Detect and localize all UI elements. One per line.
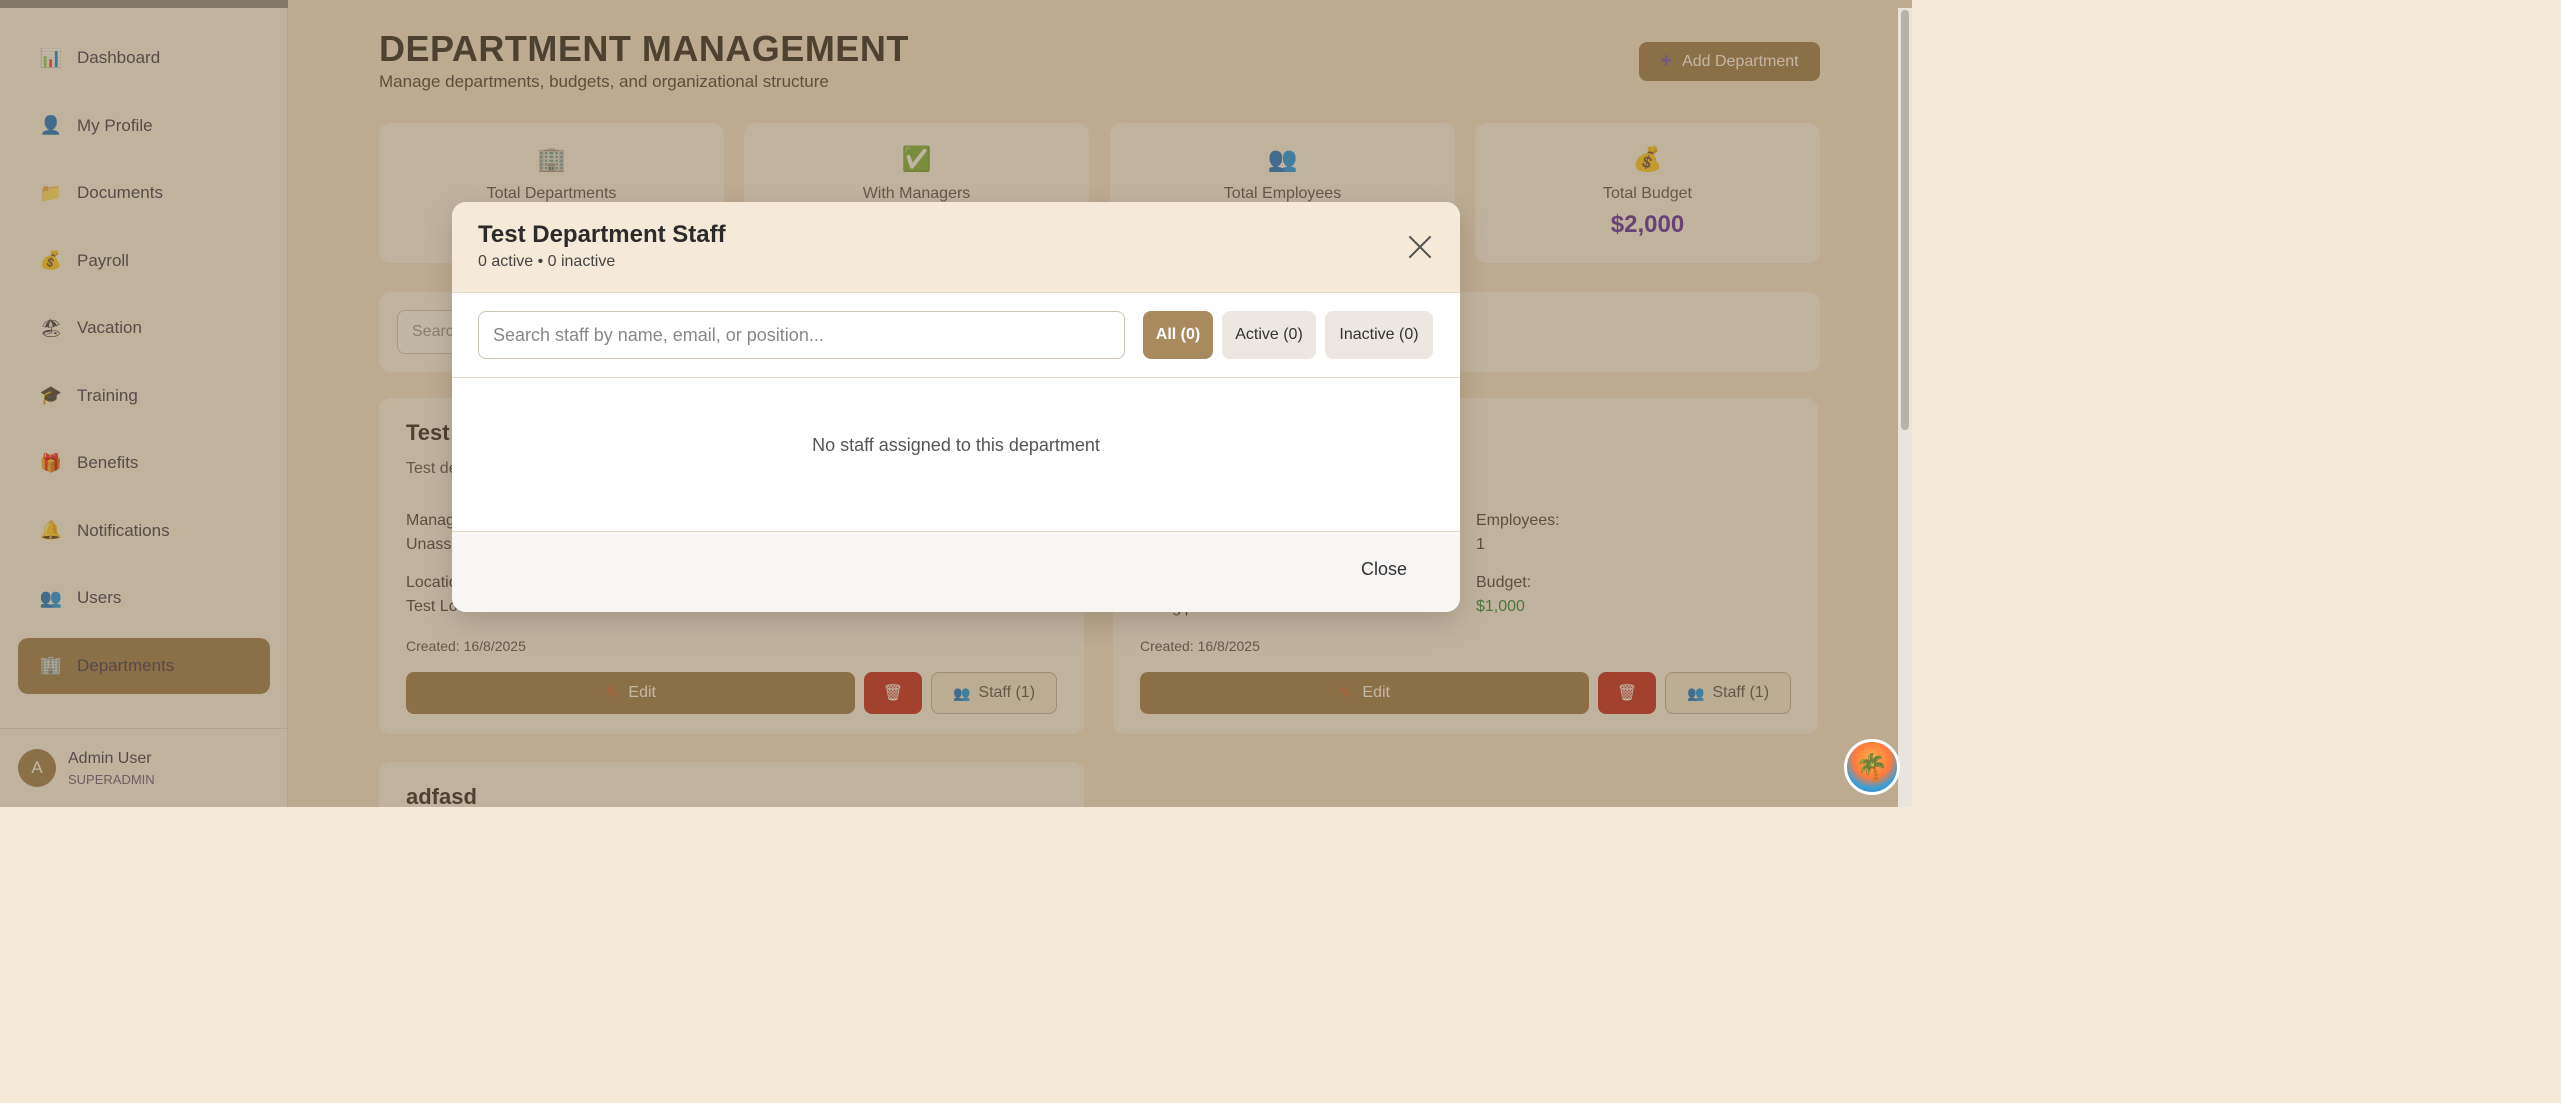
page-scrollbar[interactable]: [1898, 8, 1912, 807]
modal-title: Test Department Staff: [478, 221, 726, 248]
filter-inactive-button[interactable]: Inactive (0): [1325, 311, 1433, 359]
filter-all-button[interactable]: All (0): [1143, 311, 1213, 359]
empty-state-message: No staff assigned to this department: [812, 434, 1100, 455]
modal-footer: Close: [452, 531, 1460, 612]
close-button[interactable]: Close: [1361, 559, 1407, 580]
modal-body: No staff assigned to this department: [452, 378, 1460, 532]
modal-subtitle: 0 active • 0 inactive: [478, 253, 616, 270]
palm-tree-icon: 🌴: [1855, 751, 1889, 782]
staff-search-input[interactable]: [478, 311, 1125, 359]
app-window: 📊 Dashboard 👤 My Profile 📁 Documents 💰 P…: [0, 0, 1912, 807]
theme-toggle-button[interactable]: 🌴: [1844, 739, 1900, 795]
scrollbar-thumb[interactable]: [1901, 10, 1909, 430]
close-icon[interactable]: [1407, 234, 1433, 260]
filter-active-button[interactable]: Active (0): [1222, 311, 1316, 359]
modal-toolbar: All (0) Active (0) Inactive (0): [452, 293, 1460, 378]
modal-header: Test Department Staff 0 active • 0 inact…: [452, 202, 1460, 293]
staff-modal: Test Department Staff 0 active • 0 inact…: [452, 202, 1460, 612]
